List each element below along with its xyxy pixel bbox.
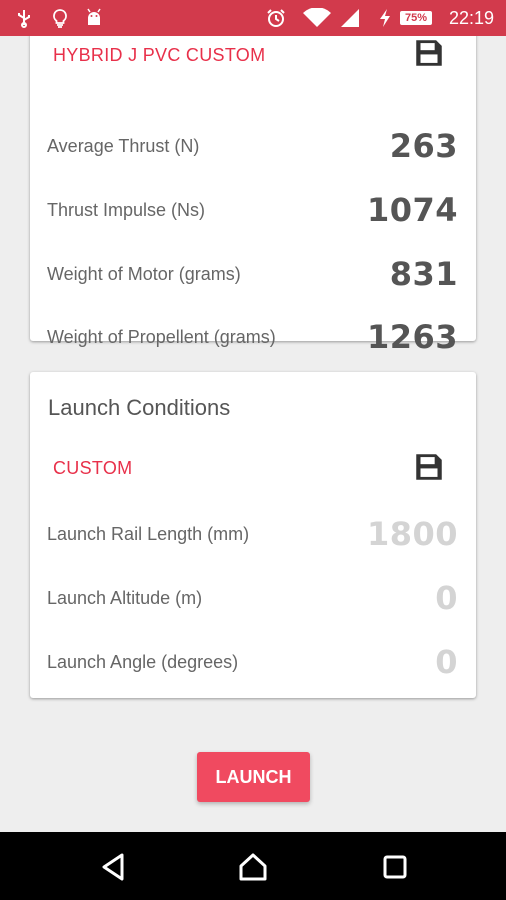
status-bar: 75% 22:19 <box>0 0 506 36</box>
average-thrust-label: Average Thrust (N) <box>47 136 200 156</box>
motor-weight-label: Weight of Motor (grams) <box>47 264 241 284</box>
recents-icon[interactable] <box>380 852 410 882</box>
usb-icon <box>18 10 30 28</box>
thrust-impulse-label: Thrust Impulse (Ns) <box>47 200 206 220</box>
motor-weight-value[interactable]: 831 <box>390 255 458 293</box>
scroll-content[interactable]: HYBRID J PVC CUSTOM Average Thrust (N) 2… <box>0 36 506 832</box>
rail-length-value[interactable]: 1800 <box>367 515 458 553</box>
launch-conditions-title: Launch Conditions <box>48 395 231 420</box>
save-icon[interactable] <box>412 36 446 70</box>
clock: 22:19 <box>448 8 494 28</box>
thrust-impulse-value[interactable]: 1074 <box>367 191 458 229</box>
save-icon[interactable] <box>412 450 446 484</box>
launch-button[interactable]: LAUNCH <box>197 752 310 802</box>
launch-angle-label: Launch Angle (degrees) <box>47 652 239 672</box>
charging-icon <box>380 9 390 27</box>
battery-icon: 75% <box>400 11 432 25</box>
propellent-weight-label: Weight of Propellent (grams) <box>47 327 276 347</box>
back-icon[interactable] <box>98 852 128 882</box>
motor-card: HYBRID J PVC CUSTOM Average Thrust (N) 2… <box>30 36 476 356</box>
launch-conditions-card: Launch Conditions CUSTOM Launch Rail Len… <box>30 372 476 698</box>
home-icon[interactable] <box>238 852 268 882</box>
signal-icon <box>341 9 359 27</box>
launch-altitude-value[interactable]: 0 <box>435 579 458 617</box>
launch-preset-label[interactable]: CUSTOM <box>53 458 132 479</box>
propellent-weight-value[interactable]: 1263 <box>367 318 458 356</box>
android-icon <box>87 8 101 25</box>
motor-preset-label[interactable]: HYBRID J PVC CUSTOM <box>53 45 265 66</box>
launch-angle-value[interactable]: 0 <box>435 643 458 681</box>
wifi-icon <box>303 8 331 27</box>
average-thrust-value[interactable]: 263 <box>390 127 458 165</box>
alarm-icon <box>267 9 285 27</box>
navigation-bar <box>0 832 506 900</box>
rail-length-label: Launch Rail Length (mm) <box>47 524 250 544</box>
bulb-icon <box>53 9 67 28</box>
launch-altitude-label: Launch Altitude (m) <box>47 588 203 608</box>
